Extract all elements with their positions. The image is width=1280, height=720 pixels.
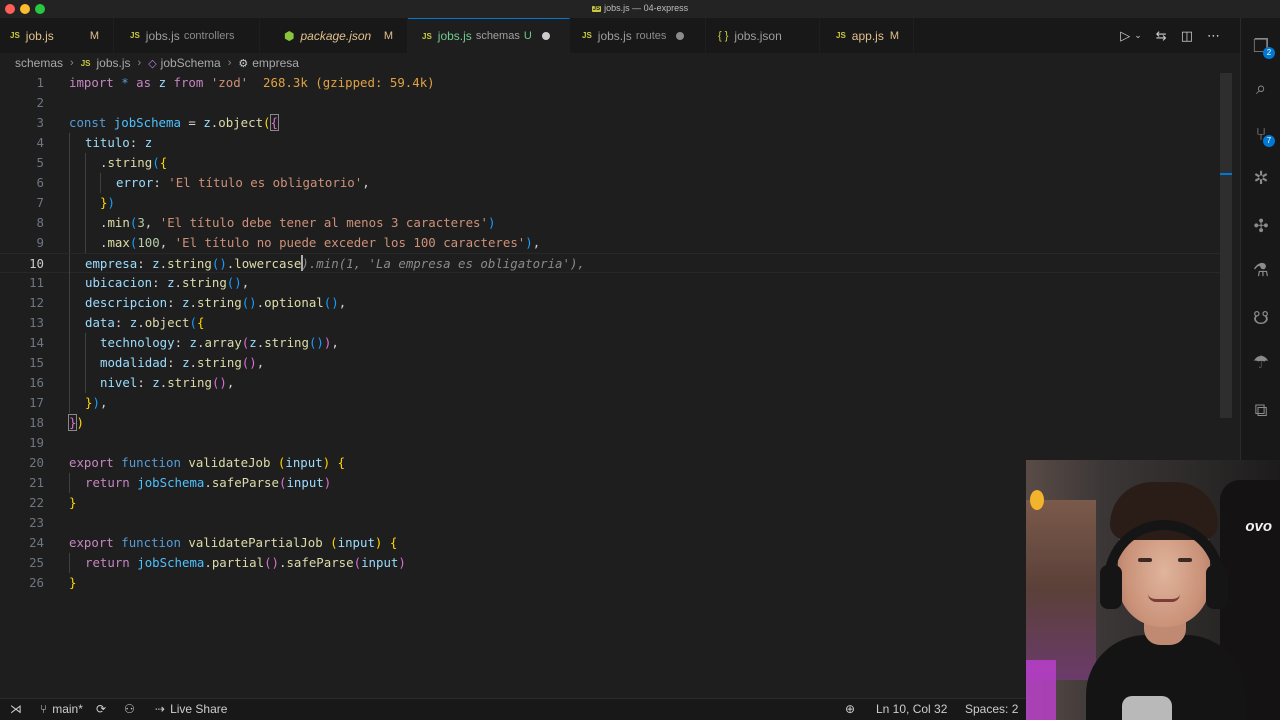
cursor-position[interactable]: Ln 10, Col 32 [876,702,947,716]
testing-icon[interactable]: ⚗ [1241,250,1280,290]
debug-icon[interactable]: ✲ [1241,158,1280,198]
tab-jobs-js-schemas[interactable]: JS jobs.js schemas U [408,18,570,53]
live-share-icon: ⇢ [155,702,166,716]
title-bar: JS jobs.js — 04-express [0,0,1280,18]
github-icon[interactable]: ☋ [1241,298,1280,338]
js-file-icon: JS [591,6,602,12]
extensions-icon[interactable]: ✣ [1241,206,1280,246]
webcam-lamp [1030,490,1044,510]
explorer-icon[interactable]: ❐ 2 [1241,26,1280,66]
breadcrumb-file[interactable]: jobs.js [97,56,131,70]
breadcrumb-symbol-empresa[interactable]: empresa [252,56,299,70]
explorer-badge: 2 [1263,47,1275,59]
webcam-chair-logo: ovo [1245,518,1272,535]
tab-app-js[interactable]: JS app.js M [820,18,914,53]
live-share-button[interactable]: ⇢ Live Share [155,702,227,716]
js-file-icon: JS [836,31,846,40]
js-file-icon: JS [422,31,432,41]
sync-icon[interactable]: ⟳ [96,702,106,716]
code-line: 3 const jobSchema = z.object({ [36,114,280,131]
property-symbol-icon: ⚙ [238,57,249,70]
split-editor-icon[interactable]: ◫ [1181,28,1193,44]
code-line: 4 titulo: z [0,133,1230,153]
breadcrumb: schemas › JS jobs.js › ◇ jobSchema › ⚙ e… [0,53,1240,73]
webcam-headset-cup [1206,565,1228,609]
code-line: 19 [29,435,44,450]
variable-symbol-icon: ◇ [148,57,157,70]
editor-tabs: JS job.js M JS jobs.js controllers ⬢ pac… [0,18,1240,53]
tab-jobs-json[interactable]: { } jobs.json [706,18,820,53]
code-line-current: 10 empresa: z.string().lowercase).min(1, … [0,253,1230,274]
webcam-led-light [1026,660,1056,720]
chevron-down-icon[interactable]: ⌄ [1134,30,1142,41]
webcam-microphone [1122,696,1172,720]
vertical-scrollbar[interactable] [1220,73,1232,418]
copilot-icon[interactable]: ☂ [1241,342,1280,382]
code-line: 1 import * as z from 'zod' 268.3k (gzippe… [36,75,435,90]
source-control-icon[interactable]: ⑂ 7 [1241,114,1280,154]
code-line: 14 technology: z.array(z.string()), [0,333,1230,353]
webcam-overlay: ovo [1026,460,1280,720]
code-line: 7}) [0,193,1230,213]
indentation-setting[interactable]: Spaces: 2 [965,702,1018,716]
breadcrumb-folder[interactable]: schemas [15,56,63,70]
code-line: 5 .string({ [0,153,1230,173]
code-line: 11 ubicacion: z.string(), [0,273,1230,293]
unsaved-dot-icon[interactable] [676,31,685,40]
chevron-right-icon: › [137,57,142,69]
run-icon[interactable]: ▷ [1120,28,1130,44]
json-file-icon: { } [718,29,729,42]
inline-suggestion: ).min(1, 'La empresa es obligatoria'), [301,256,585,271]
compare-changes-icon[interactable]: ⇆ [1156,28,1167,44]
branch-indicator[interactable]: ⑂ main* [40,702,83,716]
breadcrumb-symbol-jobschema[interactable]: jobSchema [161,56,221,70]
source-control-badge: 7 [1263,135,1275,147]
more-actions-icon[interactable]: ⋯ [1207,28,1220,44]
js-file-icon: JS [80,58,91,68]
webcam-headset-cup [1100,565,1122,609]
code-line: 2 [36,95,44,110]
code-line: 9 .max(100, 'El título no puede exceder l… [0,233,1230,253]
code-line: 17}), [0,393,1230,413]
package-icon: ⬢ [284,28,295,43]
code-line: 6 error: 'El título es obligatorio', [0,173,1230,193]
import-cost-hint: 268.3k (gzipped: 59.4k) [263,75,435,90]
chevron-right-icon: › [227,57,232,69]
code-line: 16 nivel: z.string(), [0,373,1230,393]
tab-package-json[interactable]: ⬢ package.json M [260,18,408,53]
js-file-icon: JS [130,31,140,40]
js-file-icon: JS [10,31,20,40]
code-line: 13 data: z.object({ [0,313,1230,333]
git-branch-icon: ⑂ [40,702,48,716]
code-line: 15 modalidad: z.string(), [0,353,1230,373]
remote-indicator-icon[interactable]: ⋊ [10,702,22,716]
code-line: 8 .min(3, 'El título debe tener al menos … [0,213,1230,233]
chevron-right-icon: › [70,57,74,69]
code-line: 18}) [29,414,84,431]
scrollbar-cursor-marker [1220,173,1232,175]
window-title: JS jobs.js — 04-express [591,3,689,13]
tab-jobs-js-controllers[interactable]: JS jobs.js controllers [114,18,260,53]
unsaved-dot-icon[interactable] [541,32,550,40]
zoom-icon[interactable]: ⊕ [845,702,855,716]
ports-icon[interactable]: ⚇ [124,702,135,716]
code-line: 12 descripcion: z.string().optional(), [0,293,1230,313]
remote-icon[interactable]: ⧉ [1241,390,1280,430]
tab-job-js[interactable]: JS job.js M [0,18,114,53]
editor-actions: ▷ ⌄ ⇆ ◫ ⋯ [1120,18,1220,53]
js-file-icon: JS [582,31,592,40]
tab-jobs-js-routes[interactable]: JS jobs.js routes [570,18,706,53]
webcam-shelf [1026,500,1096,680]
search-icon[interactable]: ⌕ [1241,68,1280,108]
